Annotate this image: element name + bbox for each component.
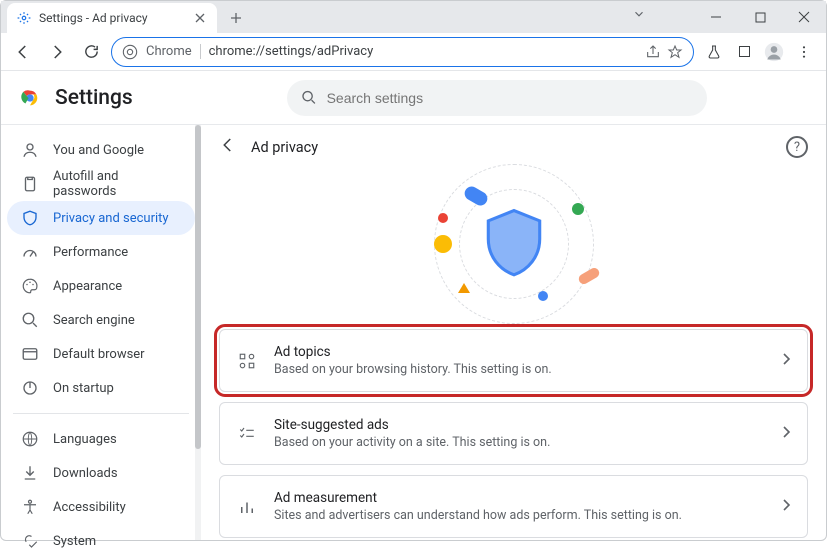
omnibox-url: chrome://settings/adPrivacy	[209, 44, 637, 59]
sidebar-item-downloads[interactable]: Downloads	[7, 456, 195, 490]
sidebar-item-accessibility[interactable]: Accessibility	[7, 490, 195, 524]
kebab-menu[interactable]	[790, 38, 818, 66]
hero-illustration	[219, 169, 808, 319]
card-title: Ad measurement	[274, 490, 767, 506]
sidebar-item-autofill[interactable]: Autofill and passwords	[7, 167, 195, 201]
extensions-icon[interactable]	[730, 38, 758, 66]
sidebar-item-performance[interactable]: Performance	[7, 235, 195, 269]
chevron-right-icon	[783, 353, 791, 369]
settings-content: Ad privacy ? Ad topics Based on your bro…	[201, 125, 826, 540]
card-ad-topics[interactable]: Ad topics Based on your browsing history…	[219, 329, 808, 392]
page-title: Ad privacy	[251, 139, 318, 156]
sidebar-label: Privacy and security	[53, 211, 169, 226]
sidebar-item-appearance[interactable]: Appearance	[7, 269, 195, 303]
chevron-right-icon	[783, 426, 791, 442]
bar-chart-icon	[236, 498, 258, 516]
settings-search[interactable]	[287, 80, 707, 116]
profile-avatar[interactable]	[760, 38, 788, 66]
card-title: Ad topics	[274, 344, 767, 360]
sidebar-label: Performance	[53, 245, 128, 260]
sidebar-label: You and Google	[53, 143, 144, 158]
sidebar-item-system[interactable]: System	[7, 524, 195, 558]
card-ad-measurement[interactable]: Ad measurement Sites and advertisers can…	[219, 475, 808, 538]
chrome-logo-icon	[19, 87, 41, 109]
sidebar-item-privacy-security[interactable]: Privacy and security	[7, 201, 195, 235]
sidebar-label: Autofill and passwords	[53, 169, 181, 199]
browser-tab[interactable]: Settings - Ad privacy	[7, 3, 217, 33]
sidebar-item-on-startup[interactable]: On startup	[7, 371, 195, 405]
sidebar-item-search-engine[interactable]: Search engine	[7, 303, 195, 337]
card-title: Site-suggested ads	[274, 417, 767, 433]
card-subtitle: Sites and advertisers can understand how…	[274, 508, 767, 523]
checklist-icon	[236, 425, 258, 443]
sidebar-label: Default browser	[53, 347, 145, 362]
tab-close-button[interactable]	[193, 11, 207, 25]
close-window-button[interactable]	[782, 1, 826, 33]
omnibox[interactable]: Chrome chrome://settings/adPrivacy	[111, 37, 694, 67]
settings-search-input[interactable]	[327, 90, 693, 106]
share-icon[interactable]	[645, 44, 661, 60]
card-site-suggested-ads[interactable]: Site-suggested ads Based on your activit…	[219, 402, 808, 465]
labs-icon[interactable]	[700, 38, 728, 66]
window-titlebar: Settings - Ad privacy	[1, 1, 826, 33]
sidebar-label: Appearance	[53, 279, 122, 294]
tab-title: Settings - Ad privacy	[39, 11, 185, 25]
sidebar-separator	[13, 413, 189, 414]
window-controls	[694, 1, 826, 33]
card-subtitle: Based on your activity on a site. This s…	[274, 435, 767, 450]
browser-toolbar: Chrome chrome://settings/adPrivacy	[1, 33, 826, 71]
back-button[interactable]	[9, 38, 37, 66]
sidebar-item-default-browser[interactable]: Default browser	[7, 337, 195, 371]
forward-button[interactable]	[43, 38, 71, 66]
sidebar-label: Search engine	[53, 313, 135, 328]
maximize-button[interactable]	[738, 1, 782, 33]
bookmark-star-icon[interactable]	[667, 44, 683, 60]
sidebar-label: System	[53, 534, 96, 549]
brand-title: Settings	[55, 86, 133, 110]
chevron-right-icon	[783, 499, 791, 515]
sidebar-label: Downloads	[53, 466, 118, 481]
settings-sidebar: You and Google Autofill and passwords Pr…	[1, 125, 201, 540]
sidebar-scroll-thumb[interactable]	[195, 125, 201, 449]
omnibox-scheme-label: Chrome	[146, 44, 201, 59]
chrome-site-icon	[122, 44, 138, 60]
reload-button[interactable]	[77, 38, 105, 66]
settings-appbar: Settings	[1, 71, 826, 125]
page-back-button[interactable]	[219, 136, 237, 158]
card-subtitle: Based on your browsing history. This set…	[274, 362, 767, 377]
sidebar-item-languages[interactable]: Languages	[7, 422, 195, 456]
tab-search-button[interactable]	[632, 7, 646, 25]
shield-icon	[482, 208, 546, 280]
help-button[interactable]: ?	[786, 136, 808, 158]
gear-icon	[17, 11, 31, 25]
sidebar-label: Languages	[53, 432, 117, 447]
search-icon	[301, 89, 317, 106]
new-tab-button[interactable]	[223, 5, 249, 31]
sidebar-label: On startup	[53, 381, 114, 396]
topics-icon	[236, 352, 258, 370]
sidebar-label: Accessibility	[53, 500, 126, 515]
minimize-button[interactable]	[694, 1, 738, 33]
sidebar-item-you-and-google[interactable]: You and Google	[7, 133, 195, 167]
page-header: Ad privacy ?	[219, 125, 808, 169]
